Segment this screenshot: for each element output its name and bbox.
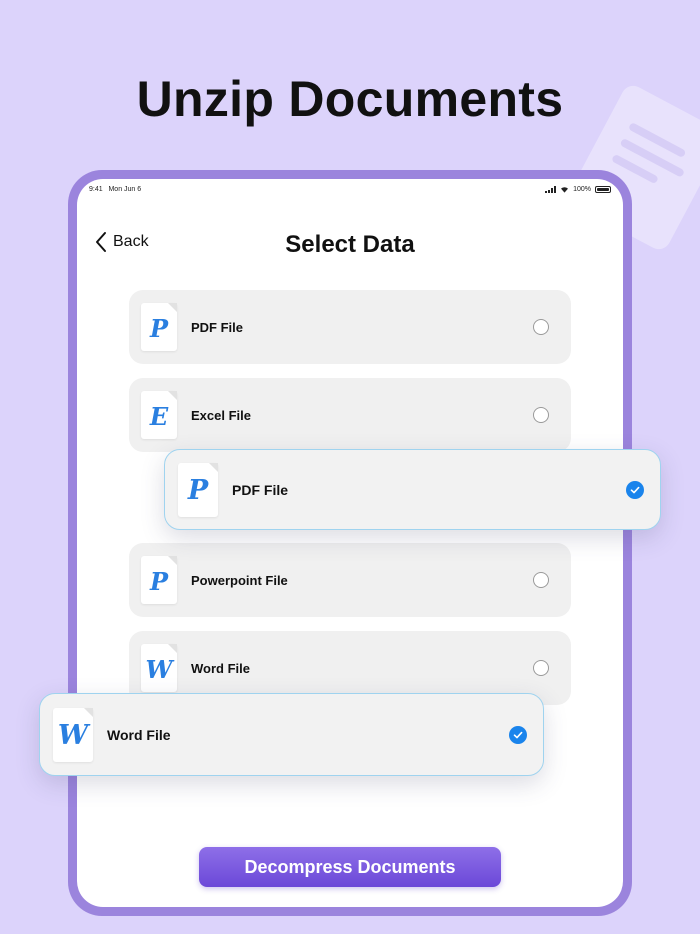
file-option-label: PDF File	[232, 481, 289, 498]
checkmark-icon[interactable]	[626, 480, 644, 499]
wifi-icon	[561, 186, 569, 193]
status-bar: 9:41 Mon Jun 6 100%	[89, 182, 611, 196]
page-title: Select Data	[285, 231, 415, 258]
radio-button[interactable]	[533, 407, 549, 423]
tablet-screen: 9:41 Mon Jun 6 100% Back Select Data P P…	[77, 179, 623, 907]
status-time: 9:41	[89, 185, 103, 193]
file-option-row[interactable]: E Excel File	[129, 378, 571, 452]
status-date: Mon Jun 6	[108, 185, 142, 193]
headline: Unzip Documents	[136, 71, 564, 127]
cellular-signal-icon	[545, 185, 557, 193]
powerpoint-file-icon: P	[141, 556, 177, 604]
file-option-label: Word File	[191, 660, 250, 676]
radio-button[interactable]	[533, 660, 549, 676]
battery-icon	[595, 185, 611, 193]
pdf-file-icon: P	[178, 462, 218, 517]
radio-button[interactable]	[533, 572, 549, 588]
selected-file-card[interactable]: W Word File	[39, 693, 544, 776]
word-file-icon: W	[141, 644, 177, 692]
battery-percent: 100%	[573, 185, 591, 193]
file-option-row[interactable]: P PDF File	[129, 290, 571, 364]
file-option-label: Word File	[107, 726, 171, 743]
excel-file-icon: E	[141, 391, 177, 439]
selected-file-card[interactable]: P PDF File	[164, 449, 661, 530]
word-file-icon: W	[53, 707, 93, 762]
checkmark-icon[interactable]	[509, 725, 527, 744]
file-option-label: Excel File	[191, 407, 251, 423]
pdf-file-icon: P	[141, 303, 177, 351]
radio-button[interactable]	[533, 319, 549, 335]
tablet-frame: 9:41 Mon Jun 6 100% Back Select Data P P…	[68, 170, 632, 916]
file-option-row[interactable]: P Powerpoint File	[129, 543, 571, 617]
file-option-label: PDF File	[191, 319, 244, 335]
decompress-documents-button[interactable]: Decompress Documents	[199, 847, 501, 887]
file-option-label: Powerpoint File	[191, 572, 288, 588]
